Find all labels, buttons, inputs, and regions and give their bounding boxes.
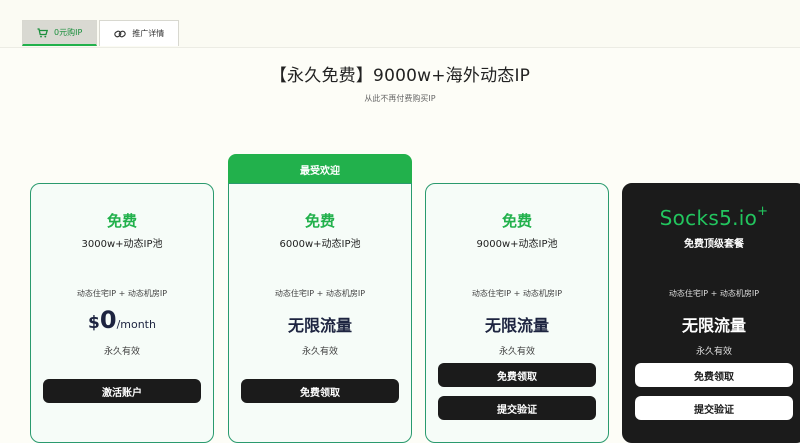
plan-pool: 9000w+动态IP池 bbox=[476, 239, 558, 250]
plan-ip-types: 动态住宅IP + 动态机房IP bbox=[274, 289, 366, 298]
plan-card-9000w: 免费 9000w+动态IP池 动态住宅IP + 动态机房IP 无限流量 永久有效… bbox=[425, 183, 609, 443]
plan-pool: 6000w+动态IP池 bbox=[279, 239, 361, 250]
plan-ip-types: 动态住宅IP + 动态机房IP bbox=[76, 289, 168, 298]
tab-bar: 0元购IP 推广详情 bbox=[22, 20, 180, 46]
tab-free-ip-label: 0元购IP bbox=[54, 28, 83, 37]
plan-card-3000w: 免费 3000w+动态IP池 动态住宅IP + 动态机房IP $0/month … bbox=[30, 183, 214, 443]
plan-traffic: 无限流量 bbox=[681, 316, 746, 335]
plan-ip-types: 动态住宅IP + 动态机房IP bbox=[668, 289, 760, 298]
plan-validity: 永久有效 bbox=[103, 347, 140, 357]
divider bbox=[0, 47, 800, 48]
plan-validity: 永久有效 bbox=[301, 347, 338, 357]
plan-card-socks5: Socks5.io+ 免费顶级套餐 动态住宅IP + 动态机房IP 无限流量 永… bbox=[622, 183, 800, 443]
plan-card-6000w: 免费 6000w+动态IP池 动态住宅IP + 动态机房IP 无限流量 永久有效… bbox=[228, 183, 412, 443]
tab-promotion[interactable]: 推广详情 bbox=[99, 20, 180, 46]
most-popular-banner: 最受欢迎 bbox=[228, 154, 412, 184]
plan-traffic: 无限流量 bbox=[287, 316, 352, 335]
claim-free-button[interactable]: 免费领取 bbox=[438, 363, 596, 387]
submit-verification-button[interactable]: 提交验证 bbox=[438, 396, 596, 420]
brand-plus: + bbox=[757, 204, 769, 220]
plan-title: 免费 bbox=[106, 212, 137, 230]
plan-validity: 永久有效 bbox=[695, 347, 732, 357]
plan-title: 免费 bbox=[304, 212, 335, 230]
plan-traffic: 无限流量 bbox=[484, 316, 549, 335]
plan-price: $0/month bbox=[31, 306, 213, 334]
link-icon bbox=[114, 29, 127, 39]
page-subtitle: 从此不再付费购买IP bbox=[364, 94, 436, 103]
plan-pool: 3000w+动态IP池 bbox=[81, 239, 163, 250]
activate-account-button[interactable]: 激活账户 bbox=[43, 379, 201, 403]
price-period: /month bbox=[116, 318, 156, 331]
price-symbol: $ bbox=[88, 313, 100, 333]
tab-promotion-label: 推广详情 bbox=[132, 29, 165, 38]
brand-logo: Socks5.io+ bbox=[623, 204, 800, 230]
plan-validity: 永久有效 bbox=[498, 347, 535, 357]
submit-verification-button[interactable]: 提交验证 bbox=[635, 396, 793, 420]
tab-free-ip[interactable]: 0元购IP bbox=[22, 20, 98, 46]
brand-name: Socks5.io bbox=[659, 206, 758, 230]
plan-ip-types: 动态住宅IP + 动态机房IP bbox=[471, 289, 563, 298]
price-value: 0 bbox=[99, 306, 117, 334]
cart-icon bbox=[37, 27, 48, 38]
top-bar: 0元购IP 推广详情 bbox=[0, 0, 800, 48]
plan-title: 免费 bbox=[501, 212, 532, 230]
claim-free-button[interactable]: 免费领取 bbox=[241, 379, 399, 403]
page-title: 【永久免费】9000w+海外动态IP bbox=[269, 66, 531, 86]
plan-pool: 免费顶级套餐 bbox=[684, 239, 744, 250]
claim-free-button[interactable]: 免费领取 bbox=[635, 363, 793, 387]
